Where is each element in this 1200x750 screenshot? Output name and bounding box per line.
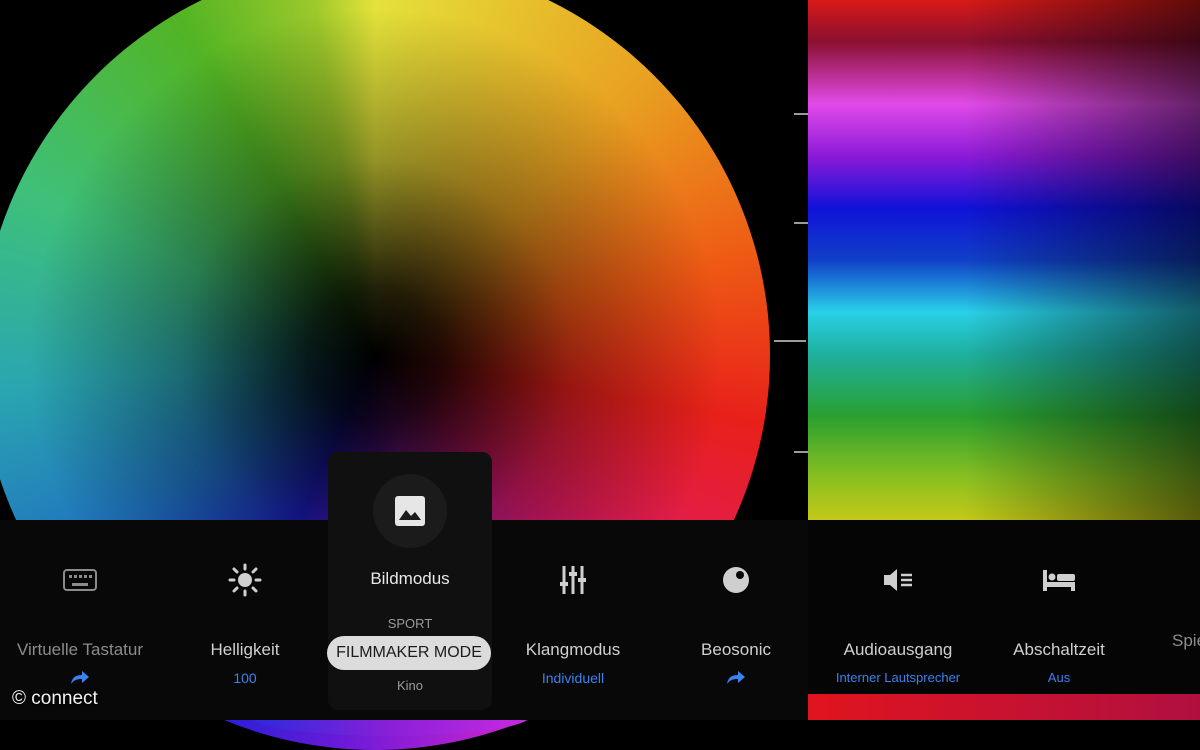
watermark: © connect bbox=[12, 688, 98, 709]
menu-item-label: Helligkeit bbox=[210, 640, 280, 659]
menu-item-beosonic[interactable]: Beosonic bbox=[656, 560, 816, 688]
color-bar-test-pattern bbox=[808, 0, 1200, 520]
sleep-bed-icon bbox=[979, 560, 1139, 600]
share-arrow-icon bbox=[656, 670, 816, 688]
menu-item-value: Individuell bbox=[541, 670, 605, 686]
menu-item-label: Abschaltzeit bbox=[1013, 640, 1105, 659]
picture-mode-selected-option[interactable]: FILMMAKER MODE bbox=[327, 636, 491, 670]
beosonic-icon bbox=[656, 560, 816, 600]
tick-mark bbox=[794, 113, 808, 115]
menu-item-virtual-keyboard[interactable]: Virtuelle Tastatur bbox=[0, 560, 160, 688]
picture-icon bbox=[373, 474, 447, 548]
menu-item-audio-output[interactable]: Audioausgang Interner Lautsprecher bbox=[818, 560, 978, 688]
tick-mark bbox=[774, 340, 806, 342]
menu-item-value: Aus bbox=[1047, 670, 1071, 685]
menu-item-label: Klangmodus bbox=[525, 640, 621, 659]
menu-item-partial-label[interactable]: Spie bbox=[1172, 631, 1200, 651]
red-strip bbox=[808, 694, 1200, 720]
menu-item-value: 100 bbox=[233, 670, 257, 686]
menu-item-label: Audioausgang bbox=[843, 640, 953, 659]
picture-mode-option[interactable]: SPORT bbox=[328, 616, 492, 631]
tick-mark bbox=[794, 451, 808, 453]
keyboard-icon bbox=[0, 560, 160, 600]
menu-item-label: Bildmodus bbox=[370, 569, 450, 588]
menu-item-label: Virtuelle Tastatur bbox=[17, 640, 143, 659]
menu-item-label: Beosonic bbox=[701, 640, 771, 659]
menu-item-sleep-timer[interactable]: Abschaltzeit Aus bbox=[979, 560, 1139, 688]
tick-marks bbox=[774, 0, 810, 520]
tick-mark bbox=[794, 222, 808, 224]
menu-item-value: Interner Lautsprecher bbox=[835, 670, 961, 685]
menu-item-brightness[interactable]: Helligkeit 100 bbox=[165, 560, 325, 688]
picture-mode-option[interactable]: Kino bbox=[328, 678, 492, 693]
speaker-icon bbox=[818, 560, 978, 600]
share-arrow-icon bbox=[0, 670, 160, 688]
menu-item-sound-mode[interactable]: Klangmodus Individuell bbox=[493, 560, 653, 688]
equalizer-icon bbox=[493, 560, 653, 600]
sun-icon bbox=[165, 560, 325, 600]
